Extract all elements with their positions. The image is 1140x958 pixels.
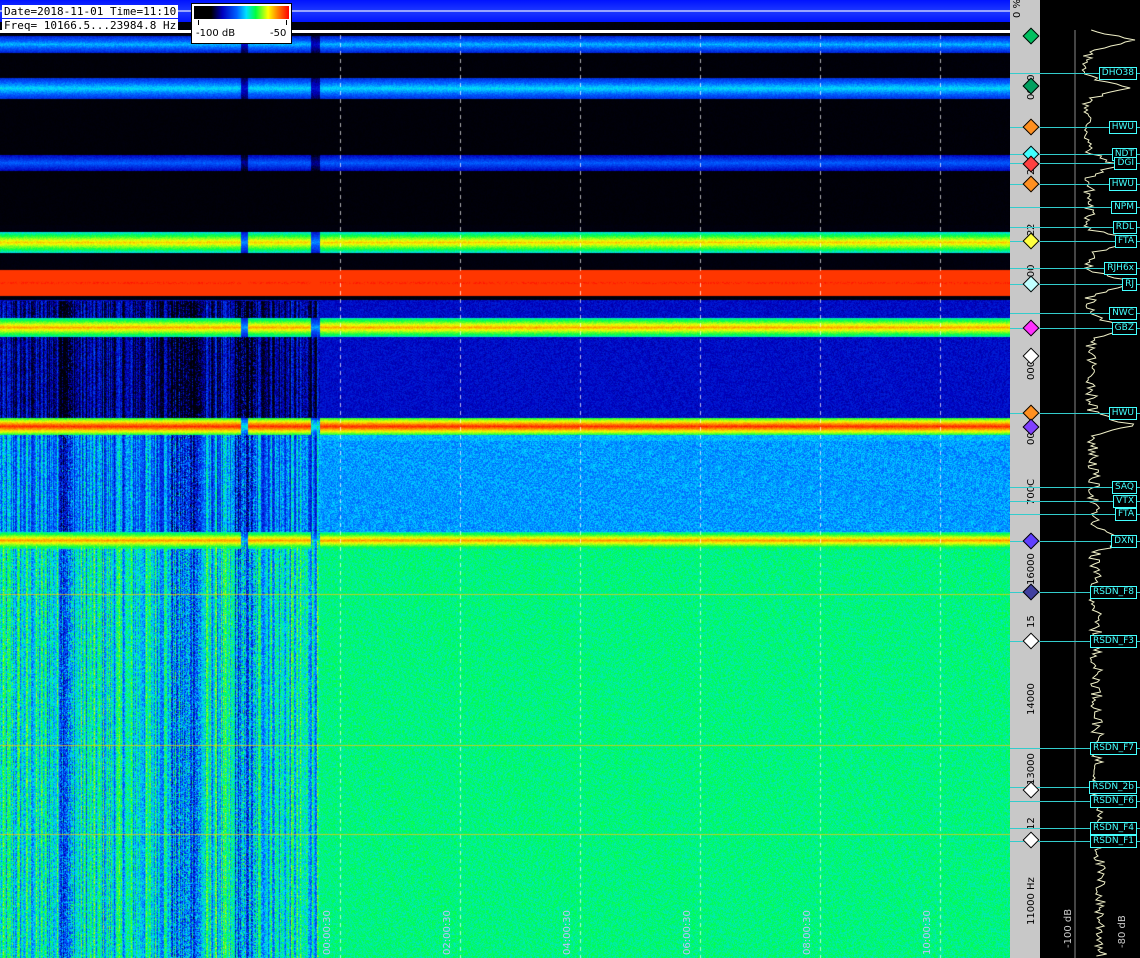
station-tag[interactable]: RSDN_F1 xyxy=(1089,835,1137,848)
spectrum-panel xyxy=(1040,0,1140,958)
station-tag[interactable]: RSDN_2b xyxy=(1089,781,1137,794)
frequency-tick-label: 16000 xyxy=(1026,553,1037,585)
station-tag[interactable]: DXN xyxy=(1111,535,1137,548)
time-tick-label: 08:00:30 xyxy=(802,910,813,955)
station-tag[interactable]: RSDN_F6 xyxy=(1089,795,1137,808)
station-tag[interactable]: DHO38 xyxy=(1098,67,1137,80)
frequency-tick-label: 15 xyxy=(1026,615,1037,628)
station-tag[interactable]: SAQ xyxy=(1112,481,1137,494)
scale-percent-label: 0 % xyxy=(1012,0,1023,18)
station-tag[interactable]: HWU xyxy=(1108,178,1137,191)
date-time-readout: Date=2018-11-01 Time=11:10 xyxy=(2,5,179,18)
frequency-tick-label: 14000 xyxy=(1026,683,1037,715)
station-tag[interactable]: RJH6x xyxy=(1104,262,1137,275)
station-tag[interactable]: FTA xyxy=(1115,508,1137,521)
station-tag[interactable]: HWU xyxy=(1108,407,1137,420)
station-tag[interactable]: NWC xyxy=(1109,307,1137,320)
station-tag[interactable]: HWU xyxy=(1108,121,1137,134)
colorbar-tick-min xyxy=(198,20,199,25)
station-tag[interactable]: RDL xyxy=(1112,221,1137,234)
time-tick-label: 02:00:30 xyxy=(442,910,453,955)
colorbar-max-label: -50 xyxy=(270,28,287,39)
frequency-tick-label: 13000 xyxy=(1026,753,1037,785)
spectrum-min-label: -100 dB xyxy=(1063,908,1074,948)
colorbar-gradient xyxy=(194,6,289,19)
colorbar-legend: -100 dB -50 xyxy=(191,3,292,44)
spectrogram-waterfall[interactable] xyxy=(0,0,1010,958)
station-tag[interactable]: DGI xyxy=(1114,157,1137,170)
colorbar-min-label: -100 dB xyxy=(196,28,236,39)
station-tag[interactable]: GBZ xyxy=(1111,322,1137,335)
frequency-tick-label: 11000 Hz xyxy=(1026,877,1037,925)
station-tag[interactable]: FTA xyxy=(1115,235,1137,248)
station-tag[interactable]: RSDN_F8 xyxy=(1089,586,1137,599)
time-tick-label: 04:00:30 xyxy=(562,910,573,955)
frequency-range-readout: Freq= 10166.5...23984.8 Hz xyxy=(2,19,179,32)
time-tick-label: 06:00:30 xyxy=(682,910,693,955)
station-tag[interactable]: NPM xyxy=(1111,201,1137,214)
time-tick-label: 10:00:30 xyxy=(922,910,933,955)
colorbar-tick-max xyxy=(286,20,287,25)
spectrum-trace xyxy=(1074,29,1137,958)
time-tick-label: 00:00:30 xyxy=(322,910,333,955)
station-tag[interactable]: RSDN_F7 xyxy=(1089,742,1137,755)
station-tag[interactable]: RSDN_F3 xyxy=(1089,635,1137,648)
station-tag[interactable]: VTX xyxy=(1113,495,1137,508)
spectrum-max-label: -80 dB xyxy=(1117,915,1128,948)
station-tag[interactable]: RSDN_F4 xyxy=(1089,822,1137,835)
station-tag[interactable]: RJ xyxy=(1122,278,1137,291)
